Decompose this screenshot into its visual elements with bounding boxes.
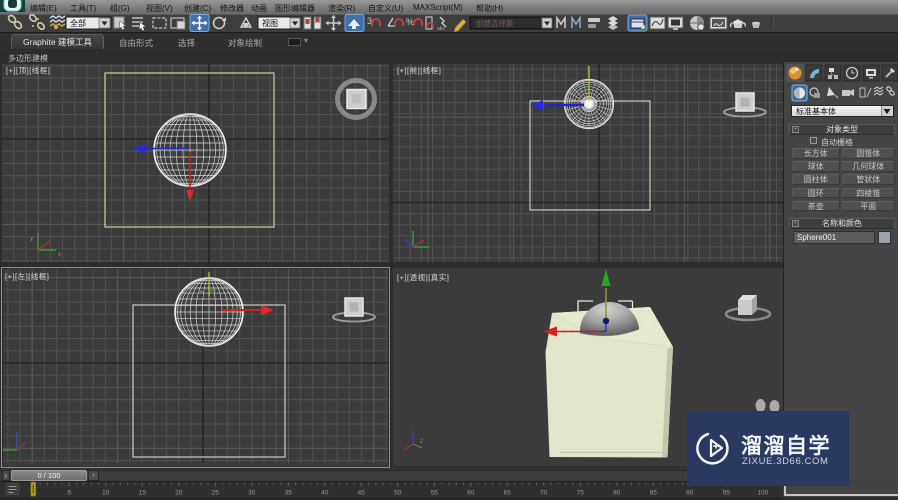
svg-text:85: 85	[650, 490, 658, 497]
svg-text:35: 35	[285, 490, 293, 497]
svg-text:5: 5	[67, 490, 71, 497]
svg-text:15: 15	[139, 490, 147, 497]
svg-text:65: 65	[504, 490, 512, 497]
svg-text:25: 25	[212, 490, 220, 497]
svg-text:z: z	[420, 439, 423, 445]
svg-text:95: 95	[723, 490, 731, 497]
svg-text:40: 40	[321, 490, 329, 497]
svg-text:x: x	[58, 252, 61, 258]
svg-text:100: 100	[757, 490, 768, 497]
svg-text:20: 20	[175, 490, 183, 497]
svg-text:30: 30	[248, 490, 256, 497]
svg-text:75: 75	[577, 490, 585, 497]
svg-text:55: 55	[431, 490, 439, 497]
svg-text:70: 70	[540, 490, 548, 497]
svg-text:10: 10	[102, 490, 110, 497]
svg-text:60: 60	[467, 490, 475, 497]
svg-text:80: 80	[613, 490, 621, 497]
svg-text:y: y	[30, 236, 33, 242]
svg-text:50: 50	[394, 490, 402, 497]
svg-text:90: 90	[686, 490, 694, 497]
svg-text:45: 45	[358, 490, 366, 497]
